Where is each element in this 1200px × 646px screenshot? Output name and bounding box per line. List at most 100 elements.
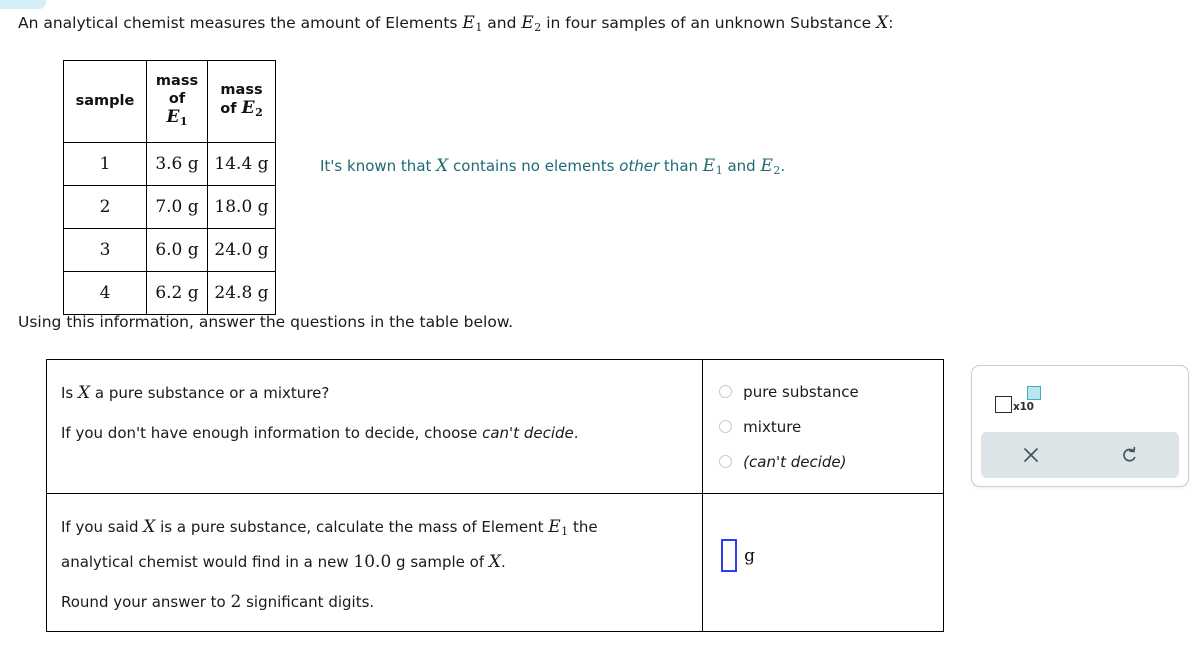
- question-1-line-2: If you don't have enough information to …: [61, 422, 686, 444]
- table-row: 2 7.0 g 18.0 g: [63, 185, 276, 229]
- question-1-answer-cell: pure substance mixture (can't decide): [702, 359, 944, 494]
- q1-l1-a: Is: [61, 384, 79, 402]
- radio-option-cant-decide[interactable]: (can't decide): [719, 444, 933, 479]
- radio-label-mixture: mixture: [743, 417, 802, 436]
- intro-element-2: E2: [521, 13, 542, 35]
- intro-substance-x: X: [876, 13, 889, 33]
- data-table-body: 1 3.6 g 14.4 g 2 7.0 g 18.0 g 3 6.0 g 24…: [63, 142, 276, 315]
- radio-option-pure-substance[interactable]: pure substance: [719, 374, 933, 409]
- undo-reset-button[interactable]: [1080, 432, 1179, 478]
- q2-l3-b: significant digits.: [241, 593, 375, 612]
- q2-l1-c: the: [568, 518, 598, 536]
- undo-arrow-icon: [1119, 444, 1141, 466]
- note-part3: than: [659, 157, 703, 175]
- tool-panel-body: x10: [972, 366, 1188, 432]
- cell-mass-e2: 14.4 g: [207, 142, 276, 186]
- note-element-1: E1: [702, 156, 723, 178]
- header-mass-word: mass: [155, 72, 199, 89]
- worksheet-page: An analytical chemist measures the amoun…: [0, 0, 1200, 646]
- sample-data-table: sample mass of E1 mass of E2 1 3.6 g 14.…: [63, 60, 276, 315]
- question-2-line-1: If you said X is a pure substance, calcu…: [61, 516, 686, 543]
- q2-element-1: E1: [548, 517, 569, 539]
- question-1-prompt-cell: Is X a pure substance or a mixture? If y…: [45, 359, 704, 494]
- intro-text-part1: An analytical chemist measures the amoun…: [18, 14, 463, 32]
- question-2-answer-cell: g: [702, 492, 944, 633]
- header-mass-of-e1: mass of E1: [146, 60, 208, 143]
- question-row-1: Is X a pure substance or a mixture? If y…: [45, 359, 944, 494]
- cell-mass-e1: 6.2 g: [146, 271, 208, 315]
- instruction-line: Using this information, answer the quest…: [18, 313, 514, 331]
- question-1-line-1: Is X a pure substance or a mixture?: [61, 382, 686, 404]
- note-part2: contains no elements: [448, 157, 620, 175]
- radio-group-substance-type[interactable]: pure substance mixture (can't decide): [703, 360, 943, 493]
- table-row: 3 6.0 g 24.0 g: [63, 228, 276, 272]
- q2-substance-x-2: X: [488, 552, 501, 573]
- q1-substance-x: X: [78, 383, 91, 403]
- note-part4: and: [722, 157, 761, 175]
- q2-l2-a: analytical chemist would find in a new: [61, 553, 354, 572]
- cyan-accent-tab: [0, 0, 46, 9]
- radio-circle-icon[interactable]: [719, 455, 733, 468]
- cell-sample: 2: [63, 185, 147, 229]
- answer-tool-panel: x10: [971, 365, 1189, 487]
- note-element-2: E2: [760, 156, 781, 178]
- cell-sample: 4: [63, 271, 147, 315]
- cell-mass-e1: 7.0 g: [146, 185, 208, 229]
- intro-statement: An analytical chemist measures the amoun…: [18, 12, 893, 39]
- q1-l1-b: a pure substance or a mixture?: [90, 384, 330, 402]
- question-2-line-2: analytical chemist would find in a new 1…: [61, 551, 686, 573]
- note-emphasis-other: other: [619, 157, 660, 175]
- table-row: 1 3.6 g 14.4 g: [63, 142, 276, 186]
- cell-sample: 1: [63, 142, 147, 186]
- q1-emphasis-cant-decide: can't decide: [482, 424, 574, 442]
- cell-mass-e1: 3.6 g: [146, 142, 208, 186]
- intro-text-part4: :: [888, 14, 894, 32]
- q2-substance-x-1: X: [143, 517, 156, 537]
- radio-option-mixture[interactable]: mixture: [719, 409, 933, 444]
- note-substance-x: X: [436, 156, 449, 176]
- question-1-prompt: Is X a pure substance or a mixture? If y…: [47, 360, 702, 462]
- header-mass-word-2: mass: [220, 81, 263, 98]
- table-row: 4 6.2 g 24.8 g: [63, 271, 276, 315]
- answer-input-group: g: [703, 494, 943, 572]
- tool-panel-footer: [981, 432, 1179, 478]
- note-part5: .: [780, 157, 786, 175]
- q2-l2-b: g sample of: [391, 553, 489, 572]
- scientific-notation-button[interactable]: x10: [995, 384, 1041, 416]
- radio-circle-icon[interactable]: [719, 420, 733, 433]
- question-table: Is X a pure substance or a mixture? If y…: [45, 359, 944, 633]
- intro-text-part3: in four samples of an unknown Substance: [541, 14, 877, 32]
- exponent-box-icon: [1027, 386, 1041, 400]
- known-info-note: It's known that X contains no elements o…: [320, 155, 785, 182]
- question-2-line-3: Round your answer to 2 significant digit…: [61, 591, 686, 613]
- mantissa-box-icon: [995, 396, 1012, 413]
- header-of-word: of: [168, 90, 186, 107]
- radio-label-cant-decide: (can't decide): [743, 452, 847, 471]
- intro-element-1: E1: [462, 13, 483, 35]
- radio-circle-icon[interactable]: [719, 385, 733, 398]
- cell-mass-e2: 18.0 g: [207, 185, 276, 229]
- data-table-header-row: sample mass of E1 mass of E2: [63, 60, 276, 143]
- header-e1-symbol: E1: [166, 106, 188, 129]
- question-2-prompt: If you said X is a pure substance, calcu…: [47, 494, 702, 631]
- q2-l1-b: is a pure substance, calculate the mass …: [155, 518, 549, 536]
- cell-mass-e1: 6.0 g: [146, 228, 208, 272]
- q2-l1-a: If you said: [61, 518, 144, 536]
- close-icon: [1020, 444, 1042, 466]
- intro-text-part2: and: [482, 14, 522, 32]
- q2-l3-a: Round your answer to: [61, 593, 231, 612]
- cell-sample: 3: [63, 228, 147, 272]
- q2-l2-c: .: [500, 553, 506, 572]
- x10-label: x10: [1013, 401, 1034, 413]
- q2-sigfig-count: 2: [230, 592, 242, 613]
- header-mass-of-e2: mass of E2: [207, 60, 276, 143]
- cell-mass-e2: 24.0 g: [207, 228, 276, 272]
- question-2-prompt-cell: If you said X is a pure substance, calcu…: [45, 492, 704, 633]
- clear-button[interactable]: [981, 432, 1080, 478]
- question-row-2: If you said X is a pure substance, calcu…: [45, 492, 944, 633]
- q1-l2-b: .: [573, 424, 579, 442]
- mass-answer-input[interactable]: [721, 539, 738, 572]
- q2-mass-value: 10.0: [353, 552, 392, 573]
- q1-l2-a: If you don't have enough information to …: [61, 424, 483, 442]
- header-of-e2-line: of E2: [220, 97, 263, 120]
